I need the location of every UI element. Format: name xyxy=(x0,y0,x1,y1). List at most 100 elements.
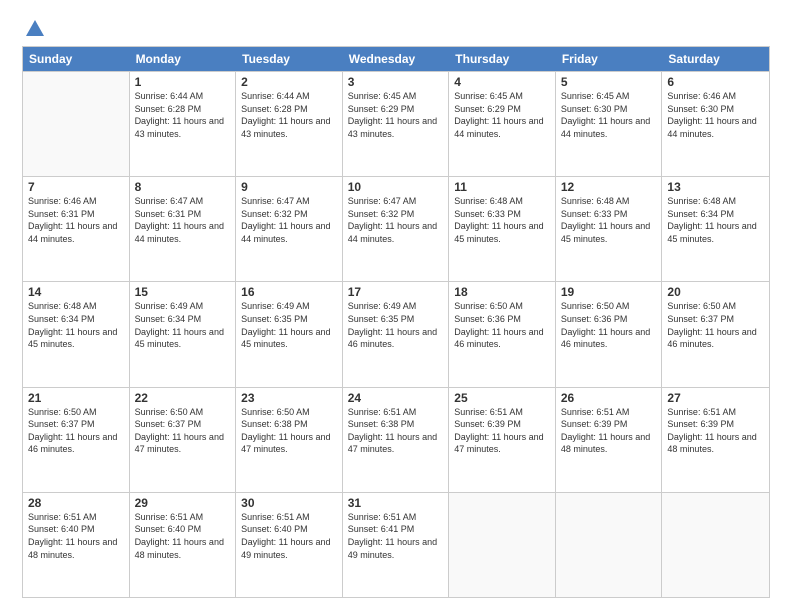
day-cell-12: 12Sunrise: 6:48 AM Sunset: 6:33 PM Dayli… xyxy=(556,177,663,281)
weekday-header-tuesday: Tuesday xyxy=(236,47,343,71)
day-cell-29: 29Sunrise: 6:51 AM Sunset: 6:40 PM Dayli… xyxy=(130,493,237,597)
day-number: 26 xyxy=(561,391,657,405)
empty-cell xyxy=(556,493,663,597)
day-number: 5 xyxy=(561,75,657,89)
day-cell-19: 19Sunrise: 6:50 AM Sunset: 6:36 PM Dayli… xyxy=(556,282,663,386)
day-cell-16: 16Sunrise: 6:49 AM Sunset: 6:35 PM Dayli… xyxy=(236,282,343,386)
day-cell-25: 25Sunrise: 6:51 AM Sunset: 6:39 PM Dayli… xyxy=(449,388,556,492)
day-info: Sunrise: 6:51 AM Sunset: 6:38 PM Dayligh… xyxy=(348,406,444,456)
day-info: Sunrise: 6:51 AM Sunset: 6:41 PM Dayligh… xyxy=(348,511,444,561)
page: SundayMondayTuesdayWednesdayThursdayFrid… xyxy=(0,0,792,612)
day-info: Sunrise: 6:45 AM Sunset: 6:29 PM Dayligh… xyxy=(348,90,444,140)
day-info: Sunrise: 6:48 AM Sunset: 6:34 PM Dayligh… xyxy=(28,300,124,350)
calendar-header: SundayMondayTuesdayWednesdayThursdayFrid… xyxy=(23,47,769,71)
day-info: Sunrise: 6:48 AM Sunset: 6:34 PM Dayligh… xyxy=(667,195,764,245)
weekday-header-wednesday: Wednesday xyxy=(343,47,450,71)
day-info: Sunrise: 6:50 AM Sunset: 6:38 PM Dayligh… xyxy=(241,406,337,456)
weekday-header-thursday: Thursday xyxy=(449,47,556,71)
day-number: 25 xyxy=(454,391,550,405)
day-info: Sunrise: 6:47 AM Sunset: 6:32 PM Dayligh… xyxy=(241,195,337,245)
day-number: 28 xyxy=(28,496,124,510)
day-number: 27 xyxy=(667,391,764,405)
day-cell-2: 2Sunrise: 6:44 AM Sunset: 6:28 PM Daylig… xyxy=(236,72,343,176)
day-number: 9 xyxy=(241,180,337,194)
day-number: 1 xyxy=(135,75,231,89)
day-info: Sunrise: 6:51 AM Sunset: 6:40 PM Dayligh… xyxy=(135,511,231,561)
day-info: Sunrise: 6:50 AM Sunset: 6:37 PM Dayligh… xyxy=(667,300,764,350)
day-cell-27: 27Sunrise: 6:51 AM Sunset: 6:39 PM Dayli… xyxy=(662,388,769,492)
day-cell-18: 18Sunrise: 6:50 AM Sunset: 6:36 PM Dayli… xyxy=(449,282,556,386)
day-cell-17: 17Sunrise: 6:49 AM Sunset: 6:35 PM Dayli… xyxy=(343,282,450,386)
day-number: 10 xyxy=(348,180,444,194)
day-number: 6 xyxy=(667,75,764,89)
day-info: Sunrise: 6:46 AM Sunset: 6:30 PM Dayligh… xyxy=(667,90,764,140)
day-number: 11 xyxy=(454,180,550,194)
day-number: 20 xyxy=(667,285,764,299)
day-info: Sunrise: 6:50 AM Sunset: 6:37 PM Dayligh… xyxy=(135,406,231,456)
day-number: 15 xyxy=(135,285,231,299)
day-number: 18 xyxy=(454,285,550,299)
day-cell-11: 11Sunrise: 6:48 AM Sunset: 6:33 PM Dayli… xyxy=(449,177,556,281)
calendar: SundayMondayTuesdayWednesdayThursdayFrid… xyxy=(22,46,770,598)
empty-cell xyxy=(23,72,130,176)
day-cell-5: 5Sunrise: 6:45 AM Sunset: 6:30 PM Daylig… xyxy=(556,72,663,176)
day-number: 31 xyxy=(348,496,444,510)
day-cell-23: 23Sunrise: 6:50 AM Sunset: 6:38 PM Dayli… xyxy=(236,388,343,492)
day-cell-4: 4Sunrise: 6:45 AM Sunset: 6:29 PM Daylig… xyxy=(449,72,556,176)
day-info: Sunrise: 6:45 AM Sunset: 6:29 PM Dayligh… xyxy=(454,90,550,140)
day-info: Sunrise: 6:49 AM Sunset: 6:34 PM Dayligh… xyxy=(135,300,231,350)
day-info: Sunrise: 6:50 AM Sunset: 6:36 PM Dayligh… xyxy=(454,300,550,350)
day-number: 30 xyxy=(241,496,337,510)
header xyxy=(22,18,770,36)
day-cell-15: 15Sunrise: 6:49 AM Sunset: 6:34 PM Dayli… xyxy=(130,282,237,386)
day-info: Sunrise: 6:51 AM Sunset: 6:39 PM Dayligh… xyxy=(454,406,550,456)
day-number: 21 xyxy=(28,391,124,405)
empty-cell xyxy=(449,493,556,597)
calendar-row-4: 21Sunrise: 6:50 AM Sunset: 6:37 PM Dayli… xyxy=(23,387,769,492)
day-number: 7 xyxy=(28,180,124,194)
day-info: Sunrise: 6:50 AM Sunset: 6:37 PM Dayligh… xyxy=(28,406,124,456)
weekday-header-friday: Friday xyxy=(556,47,663,71)
day-cell-24: 24Sunrise: 6:51 AM Sunset: 6:38 PM Dayli… xyxy=(343,388,450,492)
day-number: 4 xyxy=(454,75,550,89)
day-cell-13: 13Sunrise: 6:48 AM Sunset: 6:34 PM Dayli… xyxy=(662,177,769,281)
day-cell-20: 20Sunrise: 6:50 AM Sunset: 6:37 PM Dayli… xyxy=(662,282,769,386)
day-info: Sunrise: 6:47 AM Sunset: 6:32 PM Dayligh… xyxy=(348,195,444,245)
day-number: 16 xyxy=(241,285,337,299)
day-number: 17 xyxy=(348,285,444,299)
day-info: Sunrise: 6:51 AM Sunset: 6:40 PM Dayligh… xyxy=(28,511,124,561)
day-number: 29 xyxy=(135,496,231,510)
calendar-row-1: 1Sunrise: 6:44 AM Sunset: 6:28 PM Daylig… xyxy=(23,71,769,176)
day-info: Sunrise: 6:44 AM Sunset: 6:28 PM Dayligh… xyxy=(135,90,231,140)
calendar-row-2: 7Sunrise: 6:46 AM Sunset: 6:31 PM Daylig… xyxy=(23,176,769,281)
day-cell-21: 21Sunrise: 6:50 AM Sunset: 6:37 PM Dayli… xyxy=(23,388,130,492)
day-cell-22: 22Sunrise: 6:50 AM Sunset: 6:37 PM Dayli… xyxy=(130,388,237,492)
day-cell-30: 30Sunrise: 6:51 AM Sunset: 6:40 PM Dayli… xyxy=(236,493,343,597)
day-info: Sunrise: 6:48 AM Sunset: 6:33 PM Dayligh… xyxy=(561,195,657,245)
day-cell-6: 6Sunrise: 6:46 AM Sunset: 6:30 PM Daylig… xyxy=(662,72,769,176)
day-number: 22 xyxy=(135,391,231,405)
calendar-row-5: 28Sunrise: 6:51 AM Sunset: 6:40 PM Dayli… xyxy=(23,492,769,597)
day-number: 12 xyxy=(561,180,657,194)
empty-cell xyxy=(662,493,769,597)
day-info: Sunrise: 6:49 AM Sunset: 6:35 PM Dayligh… xyxy=(241,300,337,350)
calendar-row-3: 14Sunrise: 6:48 AM Sunset: 6:34 PM Dayli… xyxy=(23,281,769,386)
day-info: Sunrise: 6:48 AM Sunset: 6:33 PM Dayligh… xyxy=(454,195,550,245)
day-cell-3: 3Sunrise: 6:45 AM Sunset: 6:29 PM Daylig… xyxy=(343,72,450,176)
day-info: Sunrise: 6:51 AM Sunset: 6:39 PM Dayligh… xyxy=(667,406,764,456)
day-number: 13 xyxy=(667,180,764,194)
day-info: Sunrise: 6:45 AM Sunset: 6:30 PM Dayligh… xyxy=(561,90,657,140)
logo-icon xyxy=(24,18,46,40)
day-cell-14: 14Sunrise: 6:48 AM Sunset: 6:34 PM Dayli… xyxy=(23,282,130,386)
day-number: 19 xyxy=(561,285,657,299)
logo xyxy=(22,18,46,36)
day-cell-7: 7Sunrise: 6:46 AM Sunset: 6:31 PM Daylig… xyxy=(23,177,130,281)
weekday-header-sunday: Sunday xyxy=(23,47,130,71)
day-number: 14 xyxy=(28,285,124,299)
day-info: Sunrise: 6:50 AM Sunset: 6:36 PM Dayligh… xyxy=(561,300,657,350)
day-number: 2 xyxy=(241,75,337,89)
day-cell-8: 8Sunrise: 6:47 AM Sunset: 6:31 PM Daylig… xyxy=(130,177,237,281)
day-info: Sunrise: 6:44 AM Sunset: 6:28 PM Dayligh… xyxy=(241,90,337,140)
weekday-header-saturday: Saturday xyxy=(662,47,769,71)
day-cell-26: 26Sunrise: 6:51 AM Sunset: 6:39 PM Dayli… xyxy=(556,388,663,492)
